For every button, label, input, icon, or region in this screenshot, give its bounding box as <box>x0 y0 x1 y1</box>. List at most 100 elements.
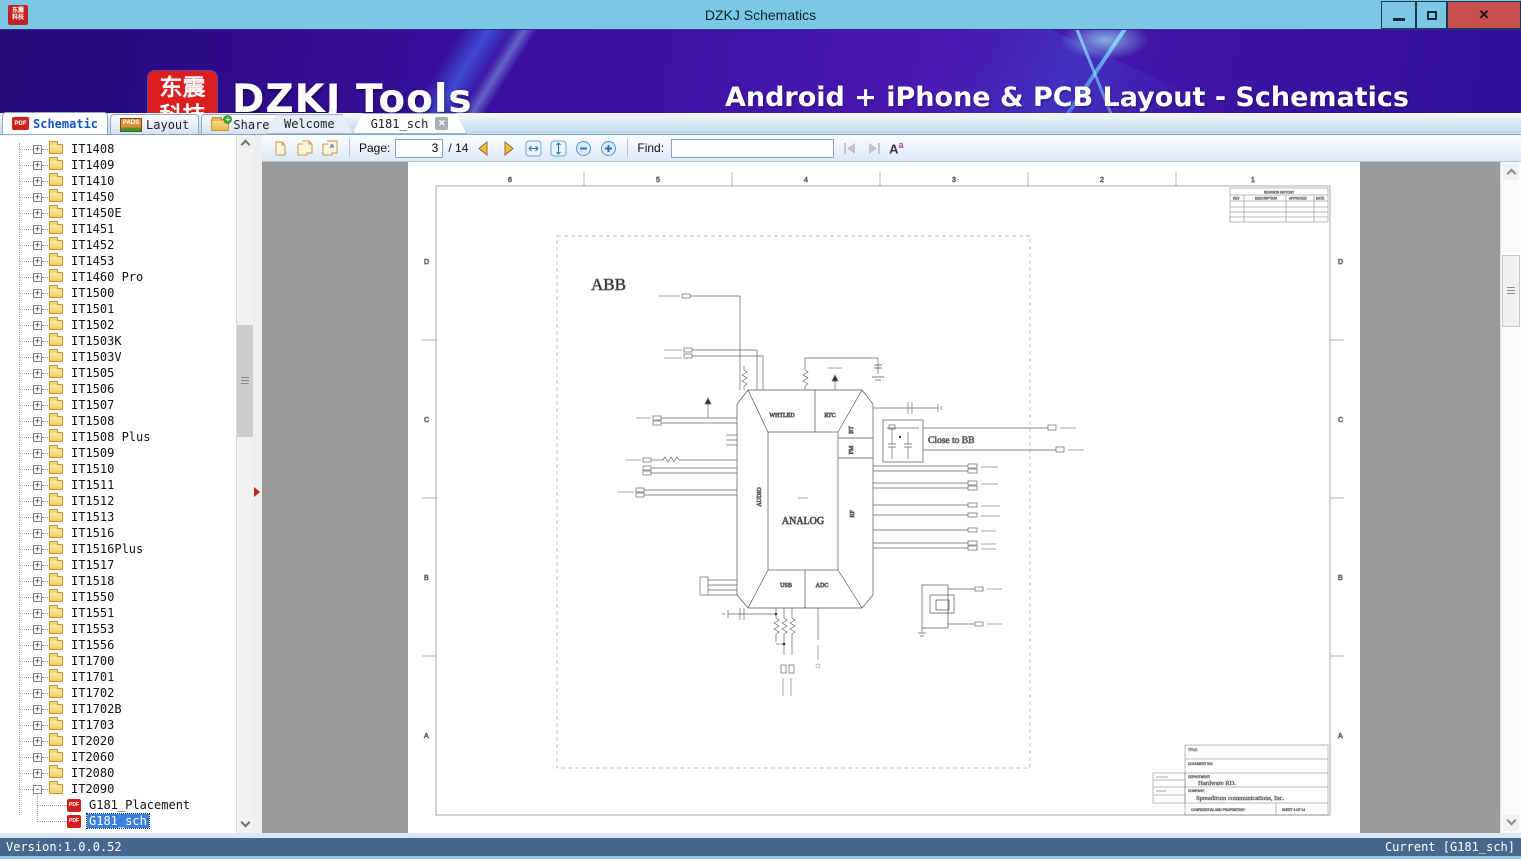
folder-label[interactable]: IT1408 <box>69 142 116 156</box>
tree-expander-icon[interactable]: + <box>33 256 42 266</box>
fit-page-button[interactable] <box>548 137 568 159</box>
tree-expander-icon[interactable]: + <box>33 624 42 634</box>
match-case-icon[interactable]: Aa <box>889 140 903 156</box>
folder-label[interactable]: IT1505 <box>69 366 116 380</box>
zoom-in-button[interactable] <box>598 137 618 159</box>
folder-label[interactable]: IT1550 <box>69 590 116 604</box>
tree-expander-icon[interactable]: + <box>33 592 42 602</box>
tree-expander-icon[interactable]: + <box>33 288 42 298</box>
folder-label[interactable]: IT1453 <box>69 254 116 268</box>
tree-expander-icon[interactable]: + <box>33 512 42 522</box>
sidebar-scrollbar[interactable] <box>236 135 253 833</box>
sidebar-splitter[interactable] <box>253 135 262 833</box>
folder-label[interactable]: IT2080 <box>69 766 116 780</box>
folder-label[interactable]: IT1511 <box>69 478 116 492</box>
folder-label[interactable]: IT1700 <box>69 654 116 668</box>
tree-expander-icon[interactable]: + <box>33 352 42 362</box>
tree-expander-icon[interactable]: + <box>33 544 42 554</box>
scroll-up-icon[interactable] <box>237 135 253 151</box>
tree-expander-icon[interactable]: + <box>33 752 42 762</box>
folder-label[interactable]: IT2090 <box>69 782 116 796</box>
folder-label[interactable]: IT1452 <box>69 238 116 252</box>
scroll-down-icon[interactable] <box>237 817 253 833</box>
tree-expander-icon[interactable]: + <box>33 704 42 714</box>
folder-label[interactable]: IT1451 <box>69 222 116 236</box>
tab-layout[interactable]: PADS Layout <box>110 114 200 134</box>
maximize-button[interactable] <box>1416 1 1447 29</box>
doc-tab-close-icon[interactable]: ✕ <box>435 117 448 130</box>
minimize-button[interactable] <box>1381 1 1416 29</box>
folder-label[interactable]: IT1460 Pro <box>69 270 145 284</box>
folder-label[interactable]: IT1502 <box>69 318 116 332</box>
file-label[interactable]: G181_sch <box>86 813 150 829</box>
tree-expander-icon[interactable]: + <box>33 416 42 426</box>
copy-pages-button[interactable] <box>295 137 315 159</box>
folder-label[interactable]: IT1508 <box>69 414 116 428</box>
sidebar-scroll-thumb[interactable] <box>237 325 253 437</box>
folder-label[interactable]: IT1512 <box>69 494 116 508</box>
folder-label[interactable]: IT2060 <box>69 750 116 764</box>
snapshot-button[interactable] <box>320 137 340 159</box>
tree-expander-icon[interactable]: + <box>33 448 42 458</box>
tree-expander-icon[interactable]: + <box>33 368 42 378</box>
tree-expander-icon[interactable]: + <box>33 224 42 234</box>
tree-expander-icon[interactable]: + <box>33 272 42 282</box>
tree-expander-icon[interactable]: + <box>33 160 42 170</box>
tree-expander-icon[interactable]: + <box>33 560 42 570</box>
tree-expander-icon[interactable]: + <box>33 672 42 682</box>
tree-expander-icon[interactable]: + <box>33 208 42 218</box>
tree-expander-icon[interactable]: + <box>33 576 42 586</box>
viewer-scroll-up-icon[interactable] <box>1503 164 1519 180</box>
next-page-button[interactable] <box>498 137 518 159</box>
folder-label[interactable]: IT1409 <box>69 158 116 172</box>
tree-expander-icon[interactable]: + <box>33 768 42 778</box>
folder-label[interactable]: IT1551 <box>69 606 116 620</box>
folder-label[interactable]: IT1703 <box>69 718 116 732</box>
folder-label[interactable]: IT1506 <box>69 382 116 396</box>
folder-label[interactable]: IT1517 <box>69 558 116 572</box>
folder-label[interactable]: IT1503K <box>69 334 124 348</box>
folder-label[interactable]: IT1450E <box>69 206 124 220</box>
folder-label[interactable]: IT1501 <box>69 302 116 316</box>
folder-label[interactable]: IT1702 <box>69 686 116 700</box>
folder-label[interactable]: IT1500 <box>69 286 116 300</box>
tree-expander-icon[interactable]: + <box>33 400 42 410</box>
tree-expander-icon[interactable]: + <box>33 192 42 202</box>
folder-label[interactable]: IT1701 <box>69 670 116 684</box>
folder-label[interactable]: IT2020 <box>69 734 116 748</box>
find-previous-icon[interactable] <box>839 137 859 159</box>
tree-expander-icon[interactable]: + <box>33 480 42 490</box>
tree-expander-icon[interactable]: + <box>33 608 42 618</box>
viewer-scroll-thumb[interactable] <box>1502 255 1520 327</box>
folder-label[interactable]: IT1508 Plus <box>69 430 152 444</box>
copy-page-button[interactable] <box>270 137 290 159</box>
viewer-scroll-down-icon[interactable] <box>1503 815 1519 831</box>
fit-width-button[interactable] <box>523 137 543 159</box>
tree-expander-icon[interactable]: + <box>33 656 42 666</box>
tree-expander-icon[interactable]: + <box>33 240 42 250</box>
tree-expander-icon[interactable]: + <box>33 688 42 698</box>
doc-tab-g181-sch[interactable]: G181_sch ✕ <box>353 113 467 134</box>
tree-expander-icon[interactable]: + <box>33 336 42 346</box>
folder-label[interactable]: IT1503V <box>69 350 124 364</box>
folder-label[interactable]: IT1510 <box>69 462 116 476</box>
tab-schematic[interactable]: PDF Schematic <box>2 112 109 134</box>
tree-expander-icon[interactable]: + <box>33 720 42 730</box>
tree-expander-icon[interactable]: + <box>33 176 42 186</box>
folder-label[interactable]: IT1450 <box>69 190 116 204</box>
folder-label[interactable]: IT1410 <box>69 174 116 188</box>
folder-label[interactable]: IT1509 <box>69 446 116 460</box>
page-input[interactable] <box>395 138 444 158</box>
tree-expander-icon[interactable]: + <box>33 528 42 538</box>
folder-label[interactable]: IT1556 <box>69 638 116 652</box>
tree-expander-icon[interactable]: + <box>33 432 42 442</box>
doc-tab-welcome[interactable]: Welcome <box>266 114 353 134</box>
tree-expander-icon[interactable]: + <box>33 384 42 394</box>
find-next-icon[interactable] <box>864 137 884 159</box>
close-button[interactable]: ✕ <box>1447 1 1521 29</box>
tree-expander-icon[interactable]: + <box>33 496 42 506</box>
folder-label[interactable]: IT1518 <box>69 574 116 588</box>
prev-page-button[interactable] <box>473 137 493 159</box>
folder-label[interactable]: IT1702B <box>69 702 124 716</box>
find-input[interactable] <box>671 138 835 158</box>
